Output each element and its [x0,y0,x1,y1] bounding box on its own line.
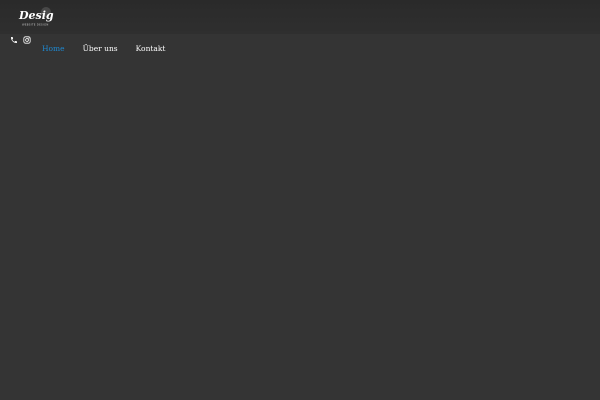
logo-image: Design WEBSITE DESIGN [18,7,54,27]
nav-item-kontakt[interactable]: Kontakt [136,43,166,55]
page: Design WEBSITE DESIGN Home Über uns Kont… [0,0,600,400]
instagram-icon [23,36,31,44]
social-links [10,34,31,46]
phone-link[interactable] [10,36,18,44]
phone-icon [11,37,17,43]
site-header: Design WEBSITE DESIGN [0,0,600,34]
site-logo[interactable]: Design WEBSITE DESIGN [18,6,54,28]
main-nav: Home Über uns Kontakt [42,43,165,55]
logo-text: Design [18,9,54,22]
instagram-link[interactable] [23,36,31,44]
logo-tagline: WEBSITE DESIGN [22,23,49,27]
nav-item-ueber-uns[interactable]: Über uns [83,43,118,55]
nav-item-home[interactable]: Home [42,43,65,55]
